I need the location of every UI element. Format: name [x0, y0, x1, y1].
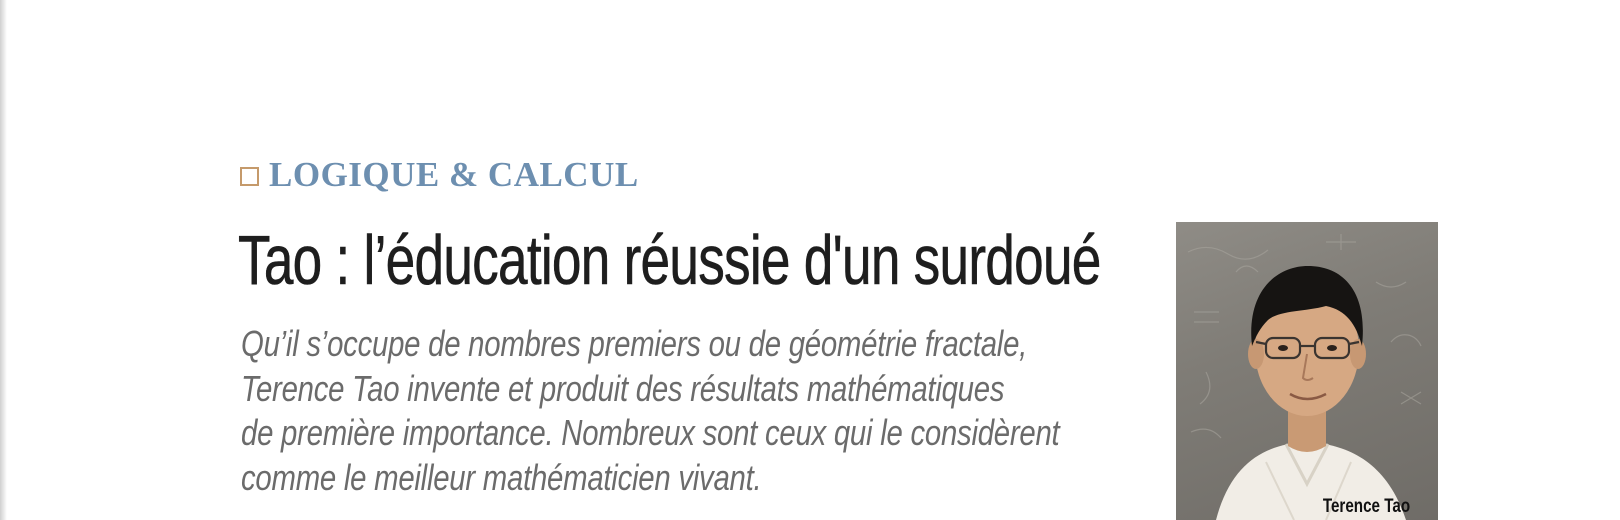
section-header: LOGIQUE & CALCUL: [240, 155, 639, 195]
portrait-illustration: [1187, 234, 1422, 520]
lede-line: Terence Tao invente et produit des résul…: [241, 367, 1005, 409]
photo-caption: Terence Tao: [1322, 496, 1410, 517]
section-label: LOGIQUE & CALCUL: [269, 155, 639, 194]
magazine-page: LOGIQUE & CALCUL Tao : l’éducation réuss…: [0, 0, 1620, 520]
lede-line: comme le meilleur mathématicien vivant.: [241, 456, 762, 498]
lede-line: de première importance. Nombreux sont ce…: [241, 412, 1060, 453]
lede-line: Qu’il s’occupe de nombres premiers ou de…: [241, 323, 1028, 364]
page-edge-shadow: [0, 0, 7, 520]
article-lede: Qu’il s’occupe de nombres premiers ou de…: [241, 322, 1121, 500]
section-square-icon: [240, 166, 259, 186]
portrait-photo: Terence Tao: [1176, 222, 1438, 520]
article-title: Tao : l’éducation réussie d'un surdoué: [238, 221, 1102, 299]
